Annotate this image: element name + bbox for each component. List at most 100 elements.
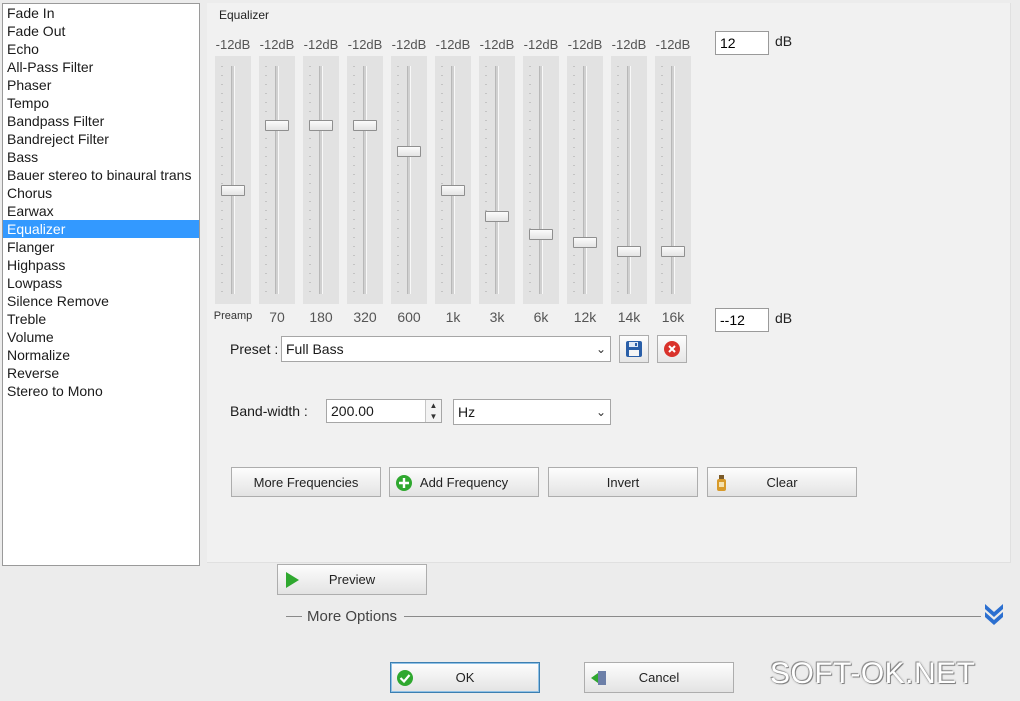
add-frequency-button[interactable]: Add Frequency [389,467,539,497]
effect-list-item[interactable]: Flanger [3,238,199,256]
band-slider[interactable] [303,56,339,304]
band-db-label: -12dB [215,37,251,52]
bandwidth-unit-select[interactable]: Hz ⌄ [453,399,611,425]
slider-track [231,66,235,294]
band-slider[interactable] [391,56,427,304]
slider-thumb[interactable] [661,246,685,258]
band-db-label: -12dB [523,37,559,52]
bandwidth-spinner[interactable]: ▲ ▼ [425,400,441,422]
effect-list-item[interactable]: Chorus [3,184,199,202]
slider-thumb[interactable] [573,237,597,249]
effect-list-item[interactable]: Volume [3,328,199,346]
slider-thumb[interactable] [485,211,509,223]
band-frequency-label: Preamp [213,310,253,322]
effect-list-item[interactable]: Phaser [3,76,199,94]
slider-thumb[interactable] [221,185,245,197]
band-frequency-label: 12k [573,309,597,325]
preview-label: Preview [328,572,376,587]
delete-icon [664,341,680,357]
cancel-button[interactable]: Cancel [584,662,734,693]
band-slider[interactable] [567,56,603,304]
more-frequencies-button[interactable]: More Frequencies [231,467,381,497]
equalizer-title: Equalizer [219,8,270,22]
effect-list-item[interactable]: Fade Out [3,22,199,40]
slider-thumb[interactable] [617,246,641,258]
effect-list-item[interactable]: Bauer stereo to binaural trans [3,166,199,184]
more-options-label: More Options [307,608,398,625]
add-frequency-label: Add Frequency [419,474,509,490]
band-db-label: -12dB [567,37,603,52]
bandwidth-unit-value: Hz [458,404,476,420]
slider-thumb[interactable] [265,120,289,132]
effect-list-item[interactable]: Tempo [3,94,199,112]
effect-list-item[interactable]: Reverse [3,364,199,382]
watermark-logo: SOFT-OK.NET [770,657,976,690]
slider-track [275,66,279,294]
min-db-input[interactable] [715,308,769,332]
band-slider[interactable] [435,56,471,304]
band-slider[interactable] [479,56,515,304]
band-db-label: -12dB [347,37,383,52]
effect-list-item[interactable]: Lowpass [3,274,199,292]
band-db-label: -12dB [391,37,427,52]
preset-select[interactable]: Full Bass ⌄ [281,336,611,362]
band-slider[interactable] [655,56,691,304]
bandwidth-input[interactable]: 200.00 ▲ ▼ [326,399,442,423]
slider-thumb[interactable] [441,185,465,197]
band-frequency-label: 3k [489,309,505,325]
bottle-icon [717,475,726,491]
spin-up-icon[interactable]: ▲ [426,400,441,411]
slider-ticks [309,66,311,294]
floppy-disk-icon [626,341,642,357]
effect-list-item[interactable]: Bandpass Filter [3,112,199,130]
effect-list-item[interactable]: Earwax [3,202,199,220]
preamp-slider[interactable] [215,56,251,304]
slider-thumb[interactable] [529,228,553,240]
clear-button[interactable]: Clear [707,467,857,497]
effect-list-item[interactable]: Bass [3,148,199,166]
cancel-label: Cancel [638,670,680,685]
effect-list-item[interactable]: Normalize [3,346,199,364]
checkmark-icon [397,670,413,686]
bandwidth-label: Band-width : [230,403,308,419]
effect-list-item[interactable]: Fade In [3,4,199,22]
slider-thumb[interactable] [397,146,421,158]
slider-track [495,66,499,294]
band-slider[interactable] [611,56,647,304]
slider-track [539,66,543,294]
spin-down-icon[interactable]: ▼ [426,411,441,422]
effect-list-item[interactable]: Silence Remove [3,292,199,310]
more-frequencies-label: More Frequencies [253,474,359,490]
slider-thumb[interactable] [353,120,377,132]
band-slider[interactable] [523,56,559,304]
slider-track [583,66,587,294]
effect-list-item[interactable]: Equalizer [3,220,199,238]
effect-list-item[interactable]: Highpass [3,256,199,274]
add-icon [396,475,412,491]
exit-door-icon [591,671,606,685]
slider-track [627,66,631,294]
max-db-input[interactable] [715,31,769,55]
invert-button[interactable]: Invert [548,467,698,497]
slider-ticks [265,66,267,294]
band-db-label: -12dB [611,37,647,52]
band-slider[interactable] [259,56,295,304]
ok-button[interactable]: OK [390,662,540,693]
expand-chevron-icon[interactable] [982,601,1006,627]
delete-preset-button[interactable] [657,335,687,363]
effect-list-item[interactable]: Treble [3,310,199,328]
effect-list-item[interactable]: All-Pass Filter [3,58,199,76]
effect-list-item[interactable]: Bandreject Filter [3,130,199,148]
effect-list-item[interactable]: Stereo to Mono [3,382,199,400]
preview-button[interactable]: Preview [277,564,427,595]
effect-list-item[interactable]: Echo [3,40,199,58]
slider-ticks [353,66,355,294]
band-db-label: -12dB [435,37,471,52]
band-frequency-label: 16k [661,309,685,325]
band-slider[interactable] [347,56,383,304]
slider-thumb[interactable] [309,120,333,132]
band-frequency-label: 180 [309,309,333,325]
save-preset-button[interactable] [619,335,649,363]
band-frequency-label: 600 [397,309,421,325]
effects-list[interactable]: Fade In Fade Out Echo All-Pass Filter Phaser… [2,3,200,566]
